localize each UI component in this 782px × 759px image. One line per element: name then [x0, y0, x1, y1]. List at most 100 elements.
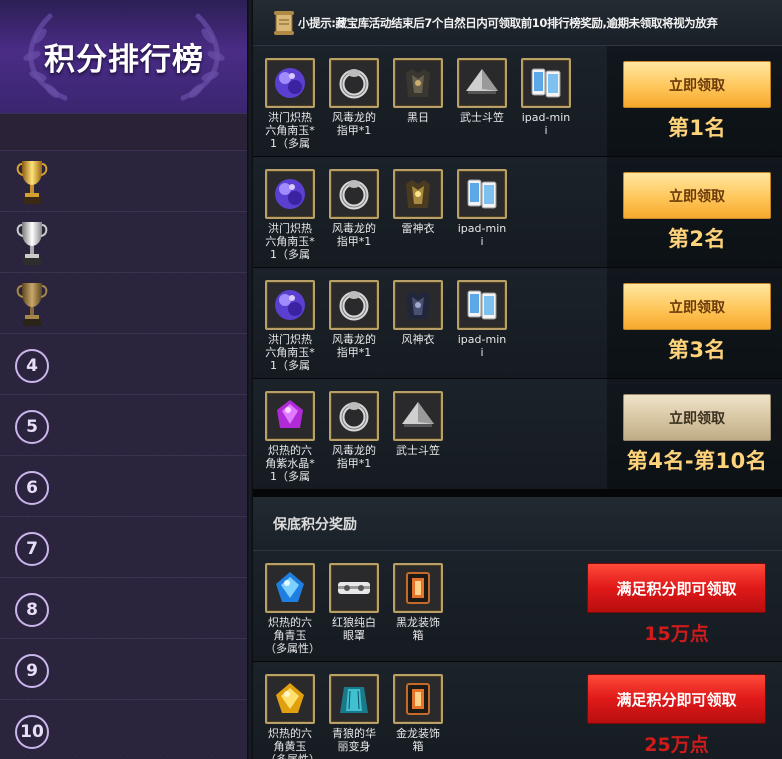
prize-row: 洪门炽热六角南玉*1（多属性） 风毒龙的指甲*1 雷神衣 ipad-mini 立即领取第… — [253, 157, 782, 268]
straw-hat-icon[interactable] — [457, 58, 507, 108]
reward-item[interactable]: 洪门炽热六角南玉*1（多属性） — [265, 280, 315, 372]
tablet-icon[interactable] — [457, 169, 507, 219]
reward-item[interactable]: 风毒龙的指甲*1 — [329, 280, 379, 372]
reward-item[interactable]: 风神衣 — [393, 280, 443, 372]
reward-item[interactable]: ipad-mini — [521, 58, 571, 150]
reward-item[interactable]: 洪门炽热六角南玉*1（多属性） — [265, 169, 315, 261]
item-name: 炽热的六角青玉（多属性） — [265, 616, 315, 655]
item-name: 雷神衣 — [401, 222, 435, 235]
item-name: 武士斗笠 — [396, 444, 440, 457]
bonus-section-title: 保底积分奖励 — [273, 516, 357, 533]
rank-number-badge: 6 — [15, 471, 49, 505]
rank-number-badge: 7 — [15, 532, 49, 566]
reward-item[interactable]: 金龙装饰箱 — [393, 674, 443, 759]
ring-icon[interactable] — [329, 58, 379, 108]
item-list: 洪门炽热六角南玉*1（多属性） 风毒龙的指甲*1 黑日 武士斗笠 ipad-mini — [265, 58, 585, 150]
reward-item[interactable]: 风毒龙的指甲*1 — [329, 391, 379, 483]
dark-armor-icon[interactable] — [393, 58, 443, 108]
purple-gem-icon[interactable] — [265, 169, 315, 219]
item-name: 黑日 — [407, 111, 429, 124]
reward-item[interactable]: 风毒龙的指甲*1 — [329, 58, 379, 150]
ranking-title: 积分排行榜 — [44, 42, 204, 78]
prize-row: 炽热的六角紫水晶*1（多属性） 风毒龙的指甲*1 武士斗笠 立即领取第4名-第10名 — [253, 379, 782, 490]
rank-number-badge: 10 — [15, 715, 49, 749]
item-name: ipad-mini — [521, 111, 571, 137]
claim-points-button[interactable]: 满足积分即可领取 — [587, 563, 766, 613]
straw-hat-icon[interactable] — [393, 391, 443, 441]
reward-item[interactable]: ipad-mini — [457, 169, 507, 261]
ring-icon[interactable] — [329, 391, 379, 441]
item-name: 风神衣 — [401, 333, 435, 346]
wind-armor-icon[interactable] — [393, 280, 443, 330]
section-gap — [253, 490, 782, 497]
rank-row: 7 — [0, 517, 248, 578]
item-name: 洪门炽热六角南玉*1（多属性） — [265, 333, 315, 372]
prize-rank-label: 第3名 — [667, 338, 727, 362]
item-name: 黑龙装饰箱 — [396, 616, 440, 642]
blindfold-icon[interactable] — [329, 563, 379, 613]
rank-row-2 — [0, 212, 248, 273]
claim-button[interactable]: 立即领取 — [623, 61, 771, 108]
item-list: 炽热的六角紫水晶*1（多属性） 风毒龙的指甲*1 武士斗笠 — [265, 391, 457, 483]
item-list: 洪门炽热六角南玉*1（多属性） 风毒龙的指甲*1 风神衣 ipad-mini — [265, 280, 521, 372]
item-name: 风毒龙的指甲*1 — [332, 222, 376, 248]
rank-row: 6 — [0, 456, 248, 517]
tablet-icon[interactable] — [457, 280, 507, 330]
tablet-icon[interactable] — [521, 58, 571, 108]
rank-row: 10 — [0, 700, 248, 759]
claim-button[interactable]: 立即领取 — [623, 394, 771, 441]
reward-item[interactable]: 黑日 — [393, 58, 443, 150]
reward-item[interactable]: 雷神衣 — [393, 169, 443, 261]
claim-button[interactable]: 立即领取 — [623, 283, 771, 330]
required-points: 25万点 — [644, 734, 709, 756]
silver-trophy-icon — [16, 222, 48, 265]
blue-gem-icon[interactable] — [265, 563, 315, 613]
violet-crystal-icon[interactable] — [265, 391, 315, 441]
ring-icon[interactable] — [329, 280, 379, 330]
rank-row: 4 — [0, 334, 248, 395]
tip-bar: 小提示:藏宝库活动结束后7个自然日内可领取前10排行榜奖励,逾期未领取将视为放弃 — [253, 0, 782, 46]
scroll-icon — [274, 10, 294, 35]
item-name: 炽热的六角黄玉（多属性） — [265, 727, 315, 759]
gold-trophy-icon — [16, 161, 48, 204]
chest-icon[interactable] — [393, 674, 443, 724]
ring-icon[interactable] — [329, 169, 379, 219]
reward-item[interactable]: 武士斗笠 — [457, 58, 507, 150]
reward-item[interactable]: 青狼的华丽变身 — [329, 674, 379, 759]
gold-gem-icon[interactable] — [265, 674, 315, 724]
rank-number-badge: 8 — [15, 593, 49, 627]
ranking-sidebar: 积分排行榜 4 5 6 7 8 9 10 — [0, 0, 248, 759]
reward-item[interactable]: 洪门炽热六角南玉*1（多属性） — [265, 58, 315, 150]
item-list: 洪门炽热六角南玉*1（多属性） 风毒龙的指甲*1 雷神衣 ipad-mini — [265, 169, 521, 261]
purple-gem-icon[interactable] — [265, 280, 315, 330]
claim-button[interactable]: 立即领取 — [623, 172, 771, 219]
item-name: 洪门炽热六角南玉*1（多属性） — [265, 111, 315, 150]
reward-item[interactable]: 炽热的六角青玉（多属性） — [265, 563, 315, 655]
chest-icon[interactable] — [393, 563, 443, 613]
claim-points-button[interactable]: 满足积分即可领取 — [587, 674, 766, 724]
rank-row-1 — [0, 151, 248, 212]
item-name: 金龙装饰箱 — [396, 727, 440, 753]
reward-item[interactable]: ipad-mini — [457, 280, 507, 372]
reward-item[interactable]: 红狼纯白眼罩 — [329, 563, 379, 655]
reward-item[interactable]: 黑龙装饰箱 — [393, 563, 443, 655]
bonus-section-header: 保底积分奖励 — [253, 497, 782, 551]
reward-item[interactable]: 武士斗笠 — [393, 391, 443, 483]
bronze-trophy-icon — [16, 283, 48, 326]
reward-item[interactable]: 炽热的六角紫水晶*1（多属性） — [265, 391, 315, 483]
item-name: 武士斗笠 — [460, 111, 504, 124]
thunder-armor-icon[interactable] — [393, 169, 443, 219]
cloak-icon[interactable] — [329, 674, 379, 724]
bonus-row: 炽热的六角青玉（多属性） 红狼纯白眼罩 黑龙装饰箱 满足积分即可领取 15万点 — [253, 551, 782, 662]
item-name: ipad-mini — [457, 222, 507, 248]
item-name: ipad-mini — [457, 333, 507, 359]
item-list: 炽热的六角青玉（多属性） 红狼纯白眼罩 黑龙装饰箱 — [265, 563, 457, 655]
rank-row-3 — [0, 273, 248, 334]
reward-item[interactable]: 风毒龙的指甲*1 — [329, 169, 379, 261]
reward-item[interactable]: 炽热的六角黄玉（多属性） — [265, 674, 315, 759]
item-name: 青狼的华丽变身 — [332, 727, 376, 753]
bonus-row: 炽热的六角黄玉（多属性） 青狼的华丽变身金龙装饰箱 满足积分即可领取 25万点 — [253, 662, 782, 759]
purple-gem-icon[interactable] — [265, 58, 315, 108]
prize-row: 洪门炽热六角南玉*1（多属性） 风毒龙的指甲*1 风神衣 ipad-mini 立即领取第… — [253, 268, 782, 379]
prize-rank-label: 第2名 — [667, 227, 727, 251]
